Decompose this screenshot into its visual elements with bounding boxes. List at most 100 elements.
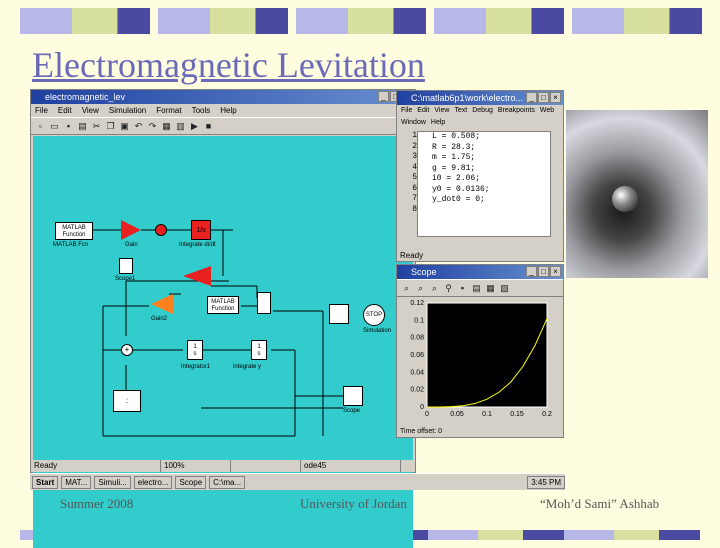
menu-help[interactable]: Help [220, 106, 236, 115]
x-tick-label: 0.2 [542, 411, 552, 418]
editor-menu-help[interactable]: Help [431, 119, 445, 126]
feedback-gain-block[interactable] [183, 266, 211, 286]
stop-icon[interactable]: ■ [203, 121, 214, 132]
status-solver: ode45 [301, 460, 401, 472]
build-icon[interactable]: ▥ [175, 121, 186, 132]
editor-status: Ready [400, 251, 424, 260]
line-number: 1 [412, 131, 417, 140]
integrator1-block[interactable]: 1s [187, 340, 203, 360]
scope-close-button[interactable]: × [550, 266, 561, 277]
copy-icon[interactable]: ❐ [105, 121, 116, 132]
y-tick-label: 0.1 [414, 317, 424, 324]
editor-menu-breakpoints[interactable]: Breakpoints [498, 107, 535, 114]
line-number: 6 [412, 183, 417, 193]
footer-center: University of Jordan [300, 496, 407, 511]
open-icon[interactable]: ▭ [49, 121, 60, 132]
menu-edit[interactable]: Edit [58, 106, 72, 115]
scope-title: Scope [411, 267, 437, 277]
integrate-y-block[interactable]: 1s [251, 340, 267, 360]
minimize-button[interactable]: _ [378, 91, 389, 102]
scope-chart: 0 0.05 0.1 0.15 0.2 0.12 0.1 0.08 0.06 0.04 0.02 0 [410, 300, 552, 418]
code-line: y0 = 0.0136; [432, 184, 490, 194]
simulink-toolbar: ▫ ▭ ▪ ▤ ✂ ❐ ▣ ↶ ↷ ▦ ▥ ▶ ■ [31, 117, 415, 135]
status-ready: Ready [31, 460, 161, 472]
switch-block[interactable] [257, 292, 271, 314]
task-electro[interactable]: electro... [133, 475, 173, 489]
scope-minimize-button[interactable]: _ [526, 266, 537, 277]
editor-menu-text[interactable]: Text [454, 107, 467, 114]
scope-block[interactable] [343, 386, 363, 406]
gain-label: Gain [125, 242, 138, 248]
x-tick-label: 0 [425, 411, 429, 418]
editor-maximize-button[interactable]: □ [538, 92, 549, 103]
undo-icon[interactable]: ↶ [133, 121, 144, 132]
editor-minimize-button[interactable]: _ [526, 92, 537, 103]
line-number: 3 [412, 152, 417, 161]
integrate-didt-block[interactable]: 1/s [191, 220, 211, 240]
scope1-block[interactable] [119, 258, 133, 274]
line-number: 5 [412, 173, 417, 182]
simulink-title: electromagnetic_lev [45, 92, 126, 102]
library-icon[interactable]: ▦ [161, 121, 172, 132]
task-simulink[interactable]: Simuli... [94, 475, 131, 489]
start-button[interactable]: Start [32, 475, 59, 489]
x-tick-label: 0.1 [482, 411, 492, 418]
scope1-label: Scope1 [115, 276, 136, 282]
editor-menu-edit[interactable]: Edit [417, 107, 429, 114]
scope-maximize-button[interactable]: □ [538, 266, 549, 277]
gain2-block[interactable] [151, 294, 173, 314]
code-line: L = 0.508; [432, 132, 481, 141]
simulink-menubar: File Edit View Simulation Format Tools H… [31, 104, 415, 117]
stop-block[interactable]: STOP [363, 304, 385, 326]
cut-icon[interactable]: ✂ [91, 121, 102, 132]
save-icon[interactable]: ▪ [63, 121, 74, 132]
menu-simulation[interactable]: Simulation [109, 106, 146, 115]
levitation-photo [566, 110, 708, 278]
menu-format[interactable]: Format [156, 106, 181, 115]
matlab-fcn-block-2[interactable]: MATLAB Function [207, 296, 239, 314]
scope-titlebar[interactable]: Scope _ □ × [397, 265, 563, 279]
redo-icon[interactable]: ↷ [147, 121, 158, 132]
task-editor[interactable]: C:\ma... [209, 475, 246, 489]
menu-file[interactable]: File [35, 106, 48, 115]
simulink-statusbar: Ready 100% ode45 [31, 460, 415, 472]
editor-titlebar[interactable]: C:\matlab6p1\work\electro... _ □ × [397, 91, 563, 105]
editor-menu-view[interactable]: View [434, 107, 449, 114]
line-number: 2 [412, 141, 417, 151]
editor-menu-window[interactable]: Window [401, 119, 426, 126]
matlab-fcn-block-1[interactable]: MATLAB Function [55, 222, 93, 240]
relay-block[interactable] [329, 304, 349, 324]
sum-block-2[interactable]: + [121, 344, 133, 356]
task-matlab[interactable]: MAT... [61, 475, 92, 489]
code-line: R = 28.3; [432, 142, 476, 152]
taskbar: Start MAT... Simuli... electro... Scope … [30, 473, 565, 490]
constant-block[interactable]: : [113, 390, 141, 412]
simulink-titlebar[interactable]: electromagnetic_lev _□× [31, 90, 415, 104]
paste-icon[interactable]: ▣ [119, 121, 130, 132]
simulation-label: Simulation [363, 328, 392, 334]
status-zoom: 100% [161, 460, 231, 472]
print-icon[interactable]: ▤ [77, 121, 88, 132]
task-scope[interactable]: Scope [175, 475, 207, 489]
menu-tools[interactable]: Tools [192, 106, 211, 115]
code-line: y_dot0 = 0; [432, 195, 485, 204]
x-tick-label: 0.05 [450, 411, 464, 418]
menu-view[interactable]: View [82, 106, 99, 115]
y-tick-label: 0.12 [410, 300, 424, 307]
editor-text-area[interactable]: L = 0.508; R = 28.3; m = 1.75; g = 9.81;… [417, 131, 551, 237]
editor-close-button[interactable]: × [550, 92, 561, 103]
run-icon[interactable]: ▶ [189, 121, 200, 132]
integrate-didt-label: Integrate di/dt [179, 242, 216, 248]
new-icon[interactable]: ▫ [35, 121, 46, 132]
editor-menu-web[interactable]: Web [540, 107, 554, 114]
x-tick-label: 0.15 [510, 411, 524, 418]
status-time [231, 460, 301, 472]
editor-title: C:\matlab6p1\work\electro... [411, 93, 524, 103]
gain-block[interactable] [121, 220, 141, 240]
code-line: m = 1.75; [432, 153, 476, 162]
line-number: 7 [412, 194, 417, 203]
editor-menu-debug[interactable]: Debug [472, 107, 493, 114]
editor-menu-file[interactable]: File [401, 107, 412, 114]
sum-block-1[interactable] [155, 224, 167, 236]
code-line: i0 = 2.06; [432, 174, 481, 183]
